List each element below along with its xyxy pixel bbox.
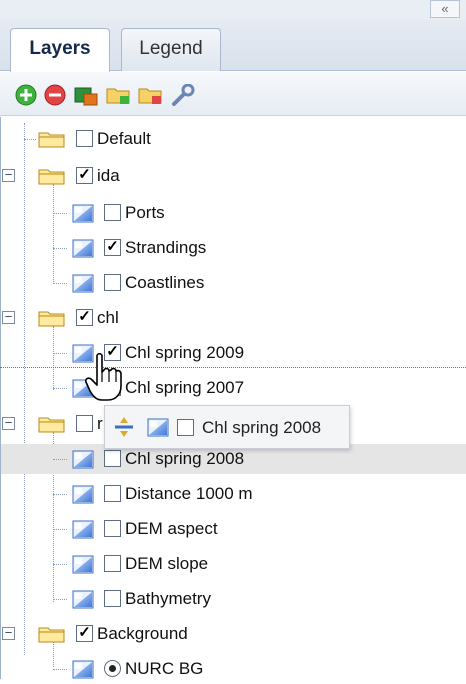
visibility-checkbox[interactable]	[104, 274, 121, 291]
layer-icon	[72, 485, 94, 504]
collapse-toggle-icon[interactable]: −	[2, 626, 15, 640]
layer-toolbar	[0, 72, 466, 116]
add-folder-icon[interactable]	[106, 84, 132, 106]
visibility-checkbox[interactable]: ✓	[76, 625, 93, 642]
tree-node-label: Bathymetry	[125, 589, 211, 608]
tree-layer-coastlines[interactable]: Coastlines	[1, 268, 466, 298]
tree-node-label: chl	[97, 308, 119, 327]
tree-node-label: Coastlines	[125, 273, 205, 292]
base-layer-radio[interactable]	[104, 660, 121, 677]
tree-node-label: Distance 1000 m	[125, 484, 253, 503]
tab-strip: Layers Legend	[0, 20, 466, 72]
drag-proxy: Chl spring 2008	[104, 405, 350, 449]
collapse-panel-button[interactable]: «	[430, 0, 460, 18]
layer-icon	[72, 590, 94, 609]
visibility-checkbox[interactable]	[104, 450, 121, 467]
layer-icon	[72, 450, 94, 469]
tree-node-label: Chl spring 2007	[125, 378, 245, 397]
visibility-checkbox[interactable]: ✓	[104, 239, 121, 256]
visibility-checkbox[interactable]: ✓	[76, 309, 93, 326]
tree-node-label: Background	[97, 624, 188, 643]
visibility-checkbox[interactable]	[104, 204, 121, 221]
drag-proxy-label: Chl spring 2008	[202, 418, 322, 437]
tree-node-label: DEM aspect	[125, 519, 218, 538]
tree-node-label: Chl spring 2008	[125, 449, 245, 468]
layer-tree: Default − ✓ ida Ports ✓ Strandings Coast…	[0, 117, 466, 679]
visibility-checkbox[interactable]	[104, 485, 121, 502]
tree-layer-distance-1000-m[interactable]: Distance 1000 m	[1, 479, 466, 509]
drop-indicator-line	[0, 367, 466, 368]
panel-header: «	[0, 0, 466, 20]
layer-icon	[72, 555, 94, 574]
tree-folder-chl[interactable]: − ✓ chl	[1, 303, 466, 333]
tree-layer-nurc-bg[interactable]: NURC BG	[1, 654, 466, 684]
tree-node-label: Ports	[125, 203, 165, 222]
tree-node-label: DEM slope	[125, 554, 209, 573]
tree-layer-bathymetry[interactable]: Bathymetry	[1, 584, 466, 614]
tree-layer-ports[interactable]: Ports	[1, 198, 466, 228]
tree-layer-chl-spring-2009[interactable]: ✓ Chl spring 2009	[1, 338, 466, 368]
tree-node-label: ida	[97, 166, 120, 185]
tree-layer-strandings[interactable]: ✓ Strandings	[1, 233, 466, 263]
tree-node-label: Chl spring 2009	[125, 343, 245, 362]
tree-node-label: r	[97, 414, 103, 433]
layer-icon	[72, 239, 94, 258]
layer-icon	[72, 660, 94, 679]
remove-icon[interactable]	[44, 84, 66, 106]
folder-icon	[38, 130, 66, 148]
visibility-checkbox[interactable]	[76, 130, 93, 147]
collapse-toggle-icon[interactable]: −	[2, 168, 15, 182]
layer-icon	[72, 204, 94, 223]
visibility-checkbox[interactable]	[104, 520, 121, 537]
tree-layer-dem-slope[interactable]: DEM slope	[1, 549, 466, 579]
folder-icon	[38, 167, 66, 185]
tab-layers[interactable]: Layers	[10, 28, 110, 72]
add-layer-icon[interactable]	[73, 84, 99, 106]
folder-icon	[38, 309, 66, 327]
folder-icon	[38, 625, 66, 643]
hand-cursor-icon	[85, 352, 122, 401]
tree-node-label: Default	[97, 129, 151, 148]
visibility-checkbox[interactable]: ✓	[76, 167, 93, 184]
tree-node-label: NURC BG	[125, 659, 204, 678]
collapse-toggle-icon[interactable]: −	[2, 416, 15, 430]
tree-folder-ida[interactable]: − ✓ ida	[1, 161, 466, 191]
visibility-checkbox[interactable]	[104, 590, 121, 607]
tree-layer-chl-spring-2007[interactable]: ✓ Chl spring 2007	[1, 373, 466, 403]
layer-icon	[72, 274, 94, 293]
layer-icon	[147, 418, 169, 437]
layer-icon	[72, 520, 94, 539]
drop-insert-icon	[115, 417, 133, 437]
tree-folder-default[interactable]: Default	[1, 124, 466, 154]
tree-node-label: Strandings	[125, 238, 207, 257]
visibility-checkbox[interactable]	[76, 415, 93, 432]
add-icon[interactable]	[15, 84, 37, 106]
visibility-checkbox[interactable]	[104, 555, 121, 572]
collapse-toggle-icon[interactable]: −	[2, 310, 15, 324]
tree-folder-background[interactable]: − ✓ Background	[1, 619, 466, 649]
visibility-checkbox	[177, 419, 194, 436]
remove-folder-icon[interactable]	[138, 84, 164, 106]
tab-legend[interactable]: Legend	[121, 28, 221, 71]
folder-icon	[38, 415, 66, 433]
properties-icon[interactable]	[170, 84, 196, 106]
tree-layer-dem-aspect[interactable]: DEM aspect	[1, 514, 466, 544]
